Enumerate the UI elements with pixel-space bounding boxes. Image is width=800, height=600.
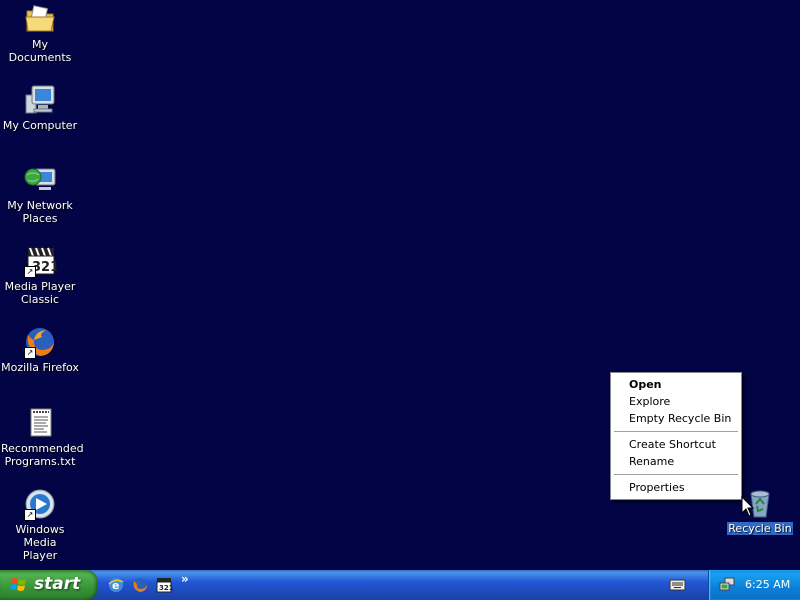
menu-item-explore[interactable]: Explore [611,393,741,410]
icon-label: Recommended [1,442,84,455]
icon-label: Classic [20,293,60,306]
media-player-classic-icon: 321 ↗ [23,244,59,278]
keyboard-language-icon[interactable] [669,577,686,592]
icon-label: My Network [7,199,73,212]
computer-icon [23,83,57,117]
network-status-icon[interactable] [719,576,735,592]
menu-item-properties[interactable]: Properties [611,479,741,496]
taskbar: start e 321 » 6:25 AM [0,570,800,600]
desktop-icon-recommended-programs-txt[interactable]: Recommended Programs.txt [0,406,84,468]
desktop-icon-my-documents[interactable]: My Documents [0,2,80,64]
icon-label: Programs.txt [4,455,76,468]
firefox-icon: ↗ [23,325,57,359]
icon-label: Windows Media [15,523,65,549]
start-button[interactable]: start [0,570,98,600]
menu-item-empty-recycle-bin[interactable]: Empty Recycle Bin [611,410,741,427]
shortcut-arrow-icon: ↗ [24,347,36,359]
start-label: start [34,574,81,594]
desktop-icon-mozilla-firefox[interactable]: ↗ Mozilla Firefox [0,325,80,374]
clock[interactable]: 6:25 AM [745,578,790,591]
quicklaunch-media-player-classic-icon[interactable]: 321 [155,576,173,594]
desktop-icon-windows-media-player[interactable]: ↗ Windows Media Player [0,487,80,562]
mouse-cursor-icon [741,496,755,517]
network-globe-icon [23,163,57,197]
menu-item-rename[interactable]: Rename [611,453,741,470]
desktop-icon-media-player-classic[interactable]: 321 ↗ Media Player Classic [0,244,80,306]
icon-label: My Computer [2,119,78,132]
menu-item-open[interactable]: Open [611,376,741,393]
icon-label: Places [22,212,58,225]
desktop-icon-my-network-places[interactable]: My Network Places [0,163,80,225]
svg-text:321: 321 [159,584,173,592]
icon-label: Mozilla Firefox [1,361,79,374]
desktop-icon-my-computer[interactable]: My Computer [0,83,80,132]
menu-item-create-shortcut[interactable]: Create Shortcut [611,436,741,453]
windows-media-player-icon: ↗ [23,487,57,521]
text-file-icon [23,406,57,440]
shortcut-arrow-icon: ↗ [24,266,36,278]
desktop[interactable]: My Documents My Computer My Network Plac… [0,0,800,570]
quicklaunch-firefox-icon[interactable] [131,576,149,594]
menu-separator [614,474,738,475]
shortcut-arrow-icon: ↗ [24,509,36,521]
windows-flag-icon [10,578,26,591]
quicklaunch-more-chevron[interactable]: » [181,572,189,586]
system-tray: 6:25 AM [708,570,800,600]
icon-label: My Documents [8,38,72,64]
context-menu: Open Explore Empty Recycle Bin Create Sh… [610,372,742,500]
folder-documents-icon [23,2,57,36]
quicklaunch-ie-icon[interactable]: e [107,576,125,594]
icon-label: Recycle Bin [727,522,793,535]
icon-label: Media Player [4,280,76,293]
icon-label: Player [22,549,58,562]
menu-separator [614,431,738,432]
